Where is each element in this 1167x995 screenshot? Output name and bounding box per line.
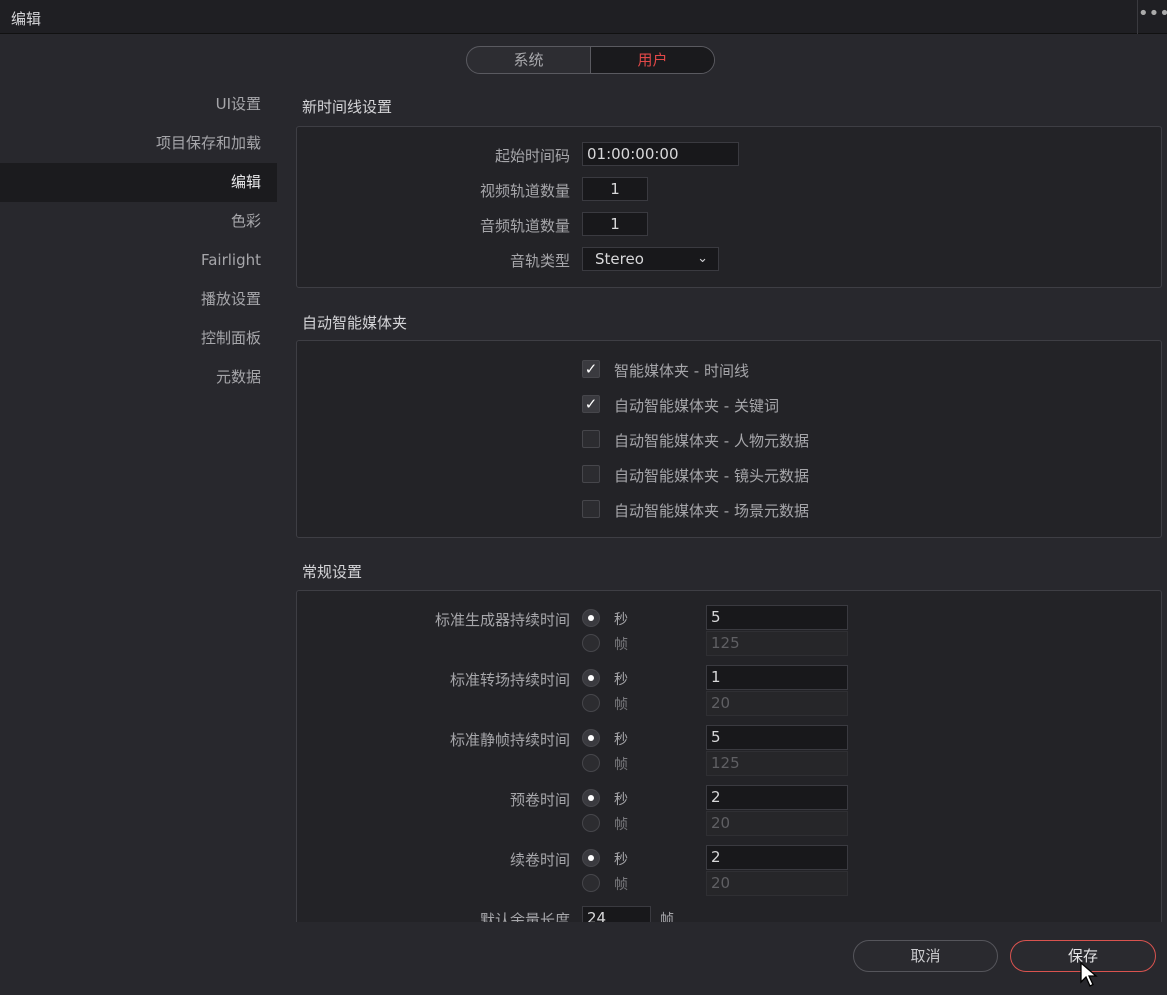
mouse-cursor-icon: [1080, 962, 1098, 987]
video-tracks-field[interactable]: 1: [582, 177, 648, 201]
smartbin-keywords-checkbox[interactable]: ✓: [582, 395, 600, 413]
transition-frames-label: 帧: [614, 697, 628, 713]
sidebar-item-color[interactable]: 色彩: [0, 202, 277, 241]
preroll-seconds-label: 秒: [614, 792, 628, 808]
transition-seconds-label: 秒: [614, 672, 628, 688]
sidebar-item-control-panels[interactable]: 控制面板: [0, 319, 277, 358]
smartbin-timeline-checkbox[interactable]: ✓: [582, 360, 600, 378]
smartbin-keywords-label: 自动智能媒体夹 - 关键词: [614, 397, 779, 415]
generator-seconds-label: 秒: [614, 612, 628, 628]
postroll-frames-radio[interactable]: [582, 874, 600, 892]
transition-duration-label: 标准转场持续时间: [449, 671, 570, 689]
sidebar-item-ui-settings[interactable]: UI设置: [0, 85, 277, 124]
start-timecode-field[interactable]: 01:00:00:00: [582, 142, 739, 166]
audio-tracks-field[interactable]: 1: [582, 212, 648, 236]
start-timecode-label: 起始时间码: [494, 147, 570, 165]
sidebar-item-fairlight[interactable]: Fairlight: [0, 241, 277, 280]
timeline-section-title: 新时间线设置: [302, 98, 393, 116]
generator-frames-field[interactable]: 125: [706, 631, 848, 656]
smartbin-scene-label: 自动智能媒体夹 - 场景元数据: [614, 502, 809, 520]
smartbin-people-label: 自动智能媒体夹 - 人物元数据: [614, 432, 809, 450]
smartbin-shot-checkbox[interactable]: [582, 465, 600, 483]
smartbin-scene-checkbox[interactable]: [582, 500, 600, 518]
generator-frames-label: 帧: [614, 637, 628, 653]
chevron-down-icon: ⌄: [697, 251, 708, 266]
preroll-seconds-field[interactable]: 2: [706, 785, 848, 810]
still-frames-radio[interactable]: [582, 754, 600, 772]
preroll-frames-radio[interactable]: [582, 814, 600, 832]
sidebar-item-editing[interactable]: 编辑: [0, 163, 277, 202]
generator-seconds-radio[interactable]: [582, 609, 600, 627]
sidebar-item-project-save-load[interactable]: 项目保存和加载: [0, 124, 277, 163]
system-user-tabs: 系统 用户: [466, 46, 715, 74]
postroll-frames-label: 帧: [614, 877, 628, 893]
track-type-value: Stereo: [595, 250, 644, 268]
generator-duration-label: 标准生成器持续时间: [434, 611, 570, 629]
postroll-seconds-field[interactable]: 2: [706, 845, 848, 870]
preroll-label: 预卷时间: [509, 791, 570, 809]
tab-system[interactable]: 系统: [467, 47, 590, 73]
transition-seconds-radio[interactable]: [582, 669, 600, 687]
transition-frames-field[interactable]: 20: [706, 691, 848, 716]
more-options-icon[interactable]: •••: [1137, 0, 1167, 34]
sidebar-item-metadata[interactable]: 元数据: [0, 358, 277, 397]
still-frames-field[interactable]: 125: [706, 751, 848, 776]
track-type-dropdown[interactable]: Stereo ⌄: [582, 247, 719, 271]
audio-tracks-label: 音频轨道数量: [479, 217, 570, 235]
sidebar: UI设置 项目保存和加载 编辑 色彩 Fairlight 播放设置 控制面板 元…: [0, 85, 277, 397]
cancel-button[interactable]: 取消: [853, 940, 998, 972]
tab-user[interactable]: 用户: [590, 47, 714, 73]
track-type-label: 音轨类型: [509, 252, 570, 270]
postroll-frames-field[interactable]: 20: [706, 871, 848, 896]
still-seconds-field[interactable]: 5: [706, 725, 848, 750]
preroll-frames-field[interactable]: 20: [706, 811, 848, 836]
preroll-seconds-radio[interactable]: [582, 789, 600, 807]
title-bar: 编辑 •••: [0, 0, 1167, 34]
smartbin-shot-label: 自动智能媒体夹 - 镜头元数据: [614, 467, 809, 485]
smartbin-people-checkbox[interactable]: [582, 430, 600, 448]
window-title: 编辑: [11, 10, 42, 28]
generator-seconds-field[interactable]: 5: [706, 605, 848, 630]
generator-frames-radio[interactable]: [582, 634, 600, 652]
smartbin-timeline-label: 智能媒体夹 - 时间线: [614, 362, 749, 380]
transition-frames-radio[interactable]: [582, 694, 600, 712]
still-duration-label: 标准静帧持续时间: [449, 731, 570, 749]
sidebar-item-playback[interactable]: 播放设置: [0, 280, 277, 319]
general-section-title: 常规设置: [302, 563, 363, 581]
still-seconds-radio[interactable]: [582, 729, 600, 747]
postroll-label: 续卷时间: [509, 851, 570, 869]
postroll-seconds-radio[interactable]: [582, 849, 600, 867]
transition-seconds-field[interactable]: 1: [706, 665, 848, 690]
smartbins-section-title: 自动智能媒体夹: [302, 314, 408, 332]
postroll-seconds-label: 秒: [614, 852, 628, 868]
still-frames-label: 帧: [614, 757, 628, 773]
preroll-frames-label: 帧: [614, 817, 628, 833]
video-tracks-label: 视频轨道数量: [479, 182, 570, 200]
still-seconds-label: 秒: [614, 732, 628, 748]
